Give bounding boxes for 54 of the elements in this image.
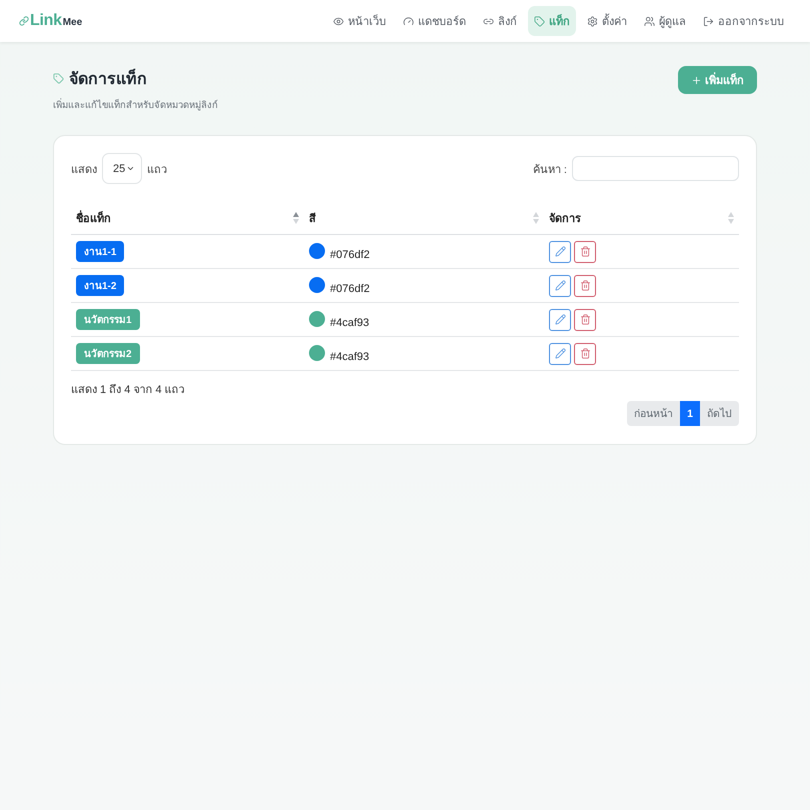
trash-icon: [580, 314, 590, 325]
delete-button[interactable]: [574, 274, 596, 296]
pencil-icon: [554, 246, 566, 257]
tag-icon: [534, 16, 545, 26]
page-title: จัดการแท็ก: [69, 66, 147, 91]
pencil-icon: [554, 314, 566, 325]
color-hex-text: #076df2: [330, 282, 370, 294]
column-header[interactable]: สี: [309, 209, 316, 227]
tag-badge: งาน1-1: [76, 241, 124, 262]
search-label: ค้นหา :: [532, 162, 567, 178]
edit-button[interactable]: [549, 342, 571, 364]
color-hex-text: #4caf93: [330, 350, 370, 362]
nav-link[interactable]: แดชบอร์ด: [397, 6, 472, 36]
length-label: แสดง: [71, 162, 97, 178]
nav-link[interactable]: ออกจากระบบ: [697, 6, 790, 36]
plus-icon: [691, 74, 702, 86]
trash-icon: [580, 280, 590, 291]
pagination-button[interactable]: 1: [680, 401, 700, 426]
users-icon: [644, 16, 655, 26]
nav-link[interactable]: ผู้ดูแล: [638, 6, 692, 36]
tag-icon: [53, 73, 64, 84]
edit-button[interactable]: [549, 274, 571, 296]
tag-badge: นวัตกรรม1: [76, 309, 140, 330]
eye-icon: [333, 16, 344, 26]
brand-suffix[interactable]: Mee: [62, 17, 82, 28]
pencil-icon: [554, 348, 566, 359]
nav-link[interactable]: ตั้งค่า: [581, 6, 633, 36]
link-icon: [19, 16, 29, 26]
length-label: แถว: [147, 162, 167, 178]
color-hex-text: #4caf93: [330, 316, 370, 328]
gauge-icon: [403, 16, 414, 26]
settings-icon: [587, 16, 598, 26]
nav-link[interactable]: หน้าเว็บ: [327, 6, 392, 36]
pencil-icon: [554, 280, 566, 291]
color-hex-text: #076df2: [330, 248, 370, 260]
trash-icon: [580, 246, 590, 257]
delete-button[interactable]: [574, 342, 596, 364]
logout-icon: [703, 16, 714, 26]
page-length-select[interactable]: 25: [102, 153, 142, 184]
page-subtitle: เพิ่มและแก้ไขแท็กสำหรับจัดหมวดหมู่ลิงก์: [53, 97, 218, 112]
table-info-text: แสดง 1 ถึง 4 จาก 4 แถว: [71, 383, 186, 398]
delete-button[interactable]: [574, 308, 596, 330]
tag-badge: นวัตกรรม2: [76, 343, 140, 364]
edit-button[interactable]: [549, 240, 571, 262]
delete-button[interactable]: [574, 240, 596, 262]
edit-button[interactable]: [549, 308, 571, 330]
column-header[interactable]: ชื่อแท็ก: [76, 209, 111, 227]
search-field[interactable]: [572, 156, 739, 181]
sort-icon[interactable]: [293, 212, 299, 224]
chevron-down-icon: [126, 164, 136, 173]
column-header[interactable]: จัดการ: [549, 209, 581, 227]
nav-link[interactable]: ลิงก์: [477, 6, 523, 36]
trash-icon: [580, 348, 590, 359]
tag-badge: งาน1-2: [76, 275, 124, 296]
